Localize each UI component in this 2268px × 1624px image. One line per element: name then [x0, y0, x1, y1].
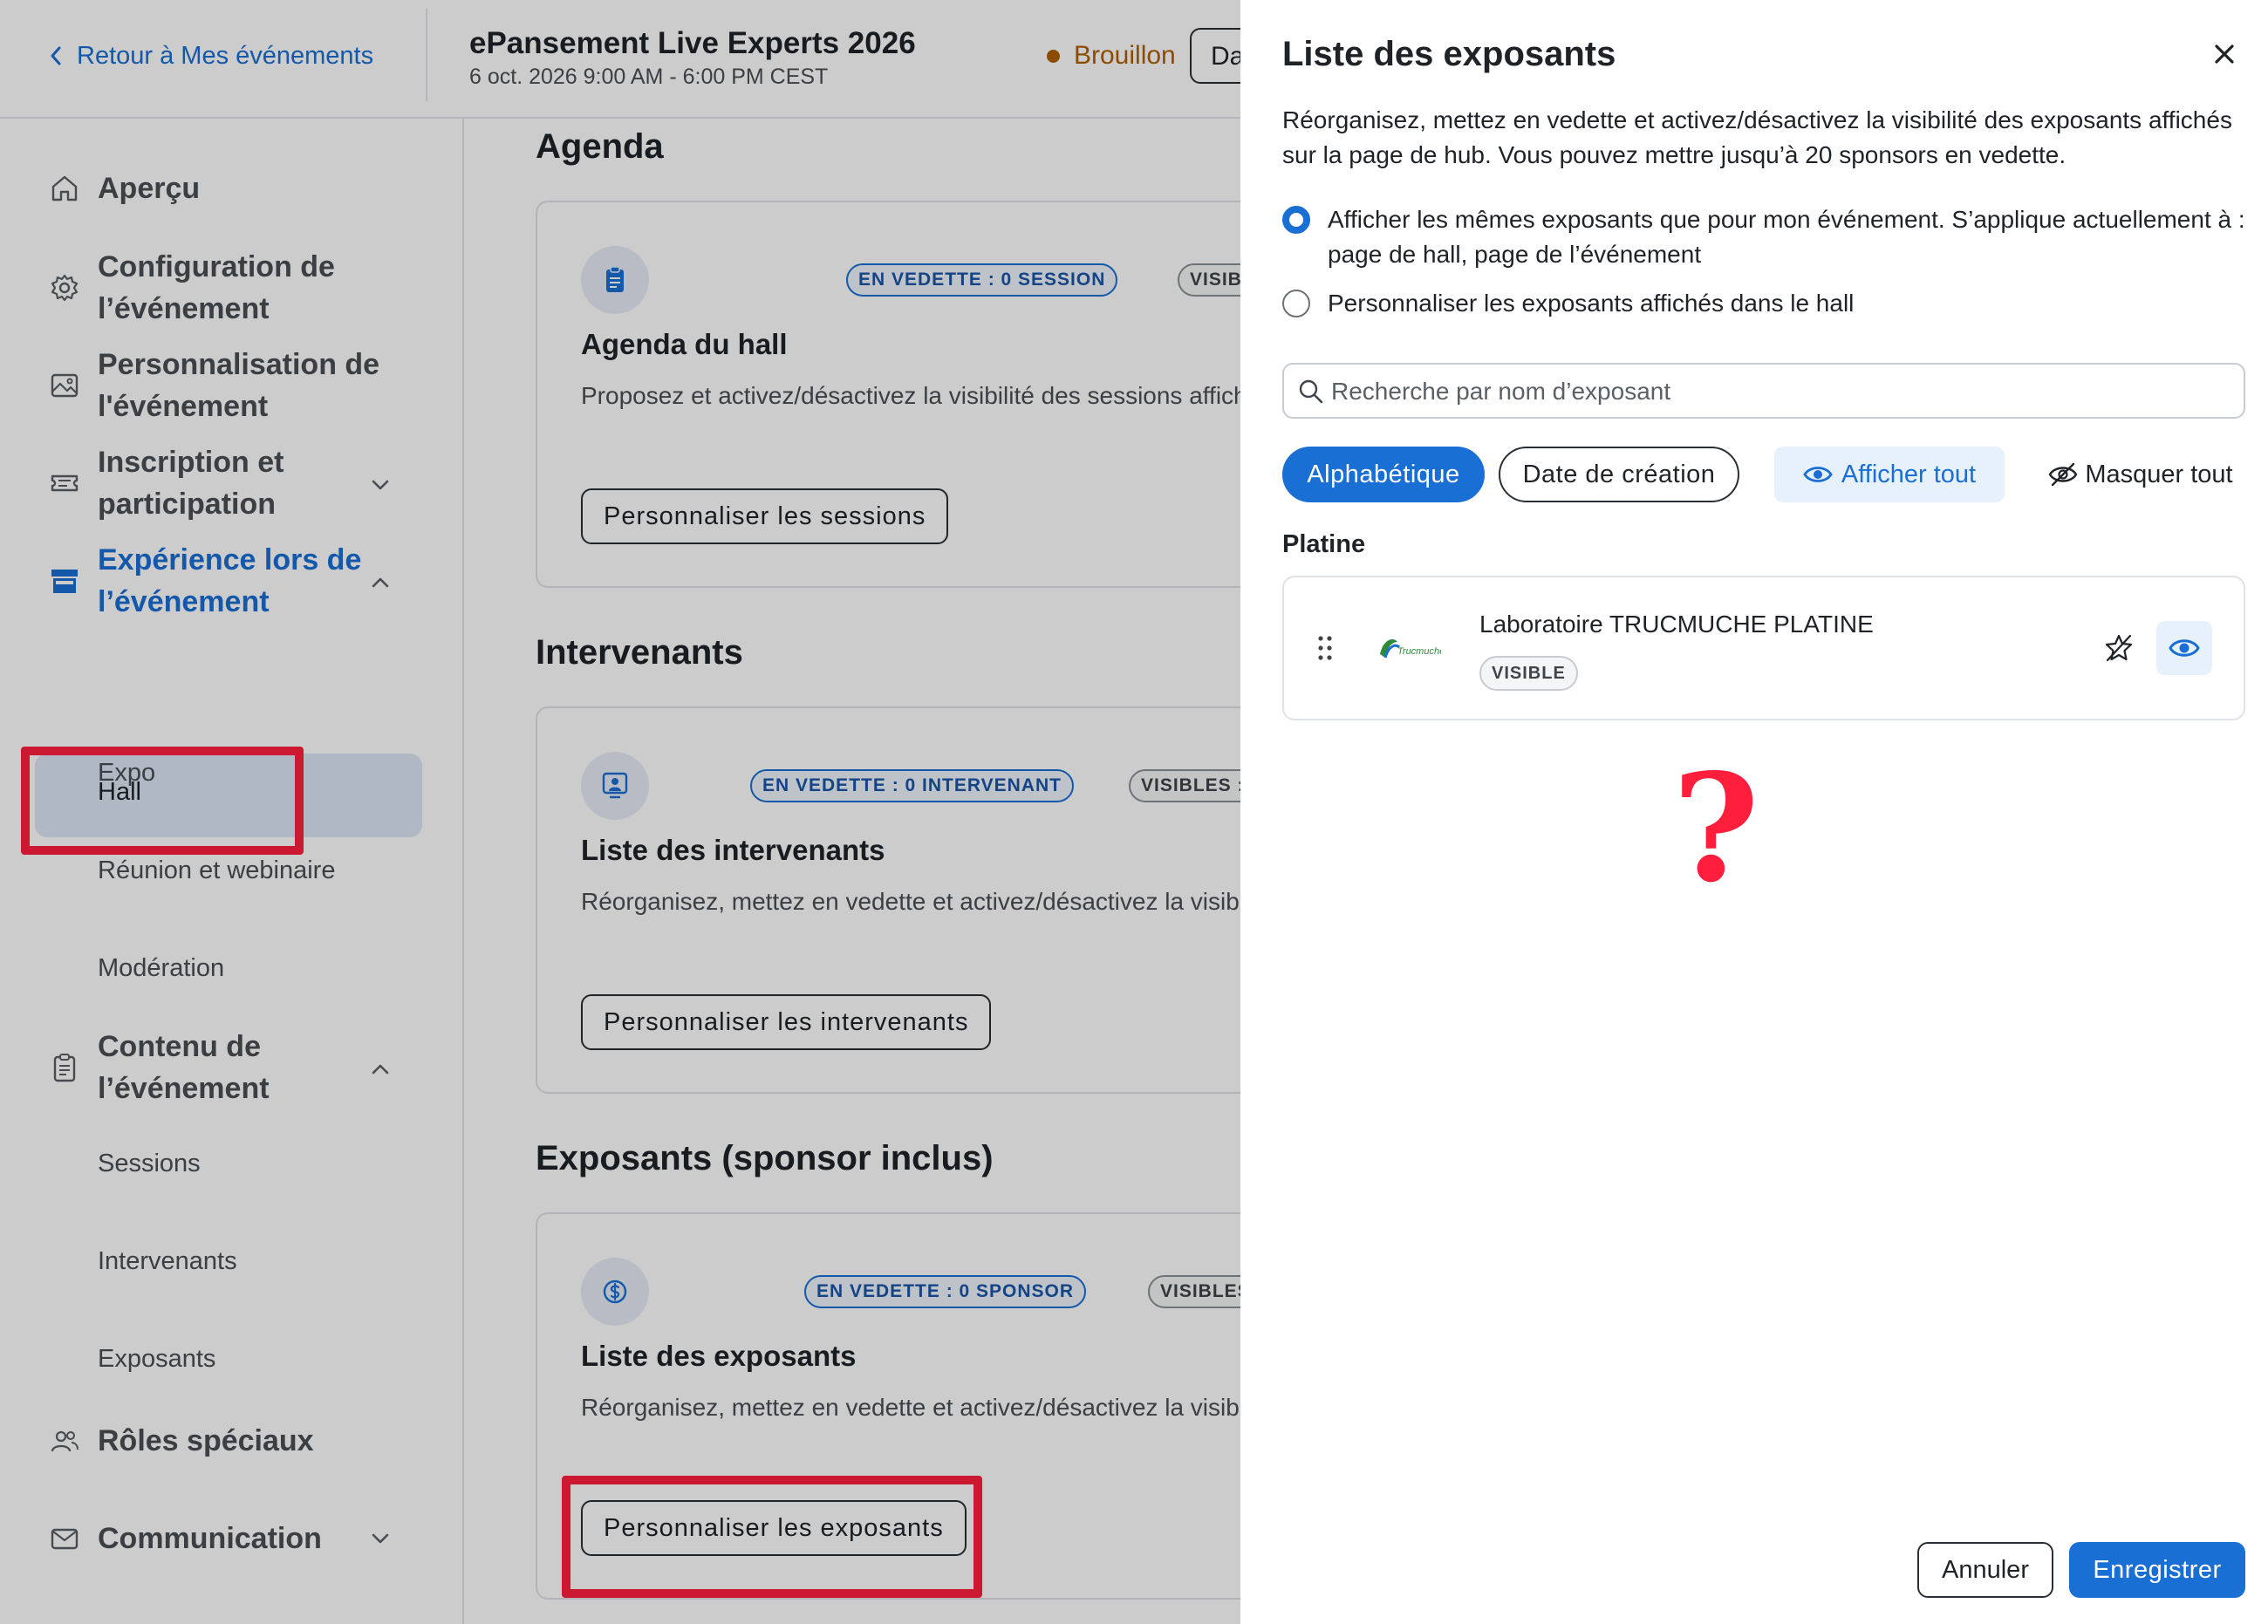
exhibitor-logo: Trucmuche: [1371, 619, 1441, 675]
visibility-toggle-button[interactable]: [2156, 621, 2212, 675]
show-all-label: Afficher tout: [1841, 460, 1977, 488]
eye-icon: [1803, 467, 1833, 482]
close-icon: [2215, 44, 2234, 64]
close-button[interactable]: [2209, 38, 2240, 70]
exhibitors-list-panel: Liste des exposants Réorganisez, mettez …: [1240, 0, 2268, 1624]
eye-off-icon: [2048, 462, 2078, 487]
logo-text: Trucmuche: [1397, 646, 1441, 657]
exhibitor-name: Laboratoire TRUCMUCHE PLATINE: [1479, 611, 1874, 638]
exhibitor-visibility-badge: VISIBLE: [1479, 656, 1578, 691]
annotation-question-mark: ?: [1672, 741, 1759, 916]
star-off-icon: [2105, 634, 2133, 662]
exhibitor-search: [1282, 363, 2245, 419]
hide-all-label: Masquer tout: [2085, 460, 2233, 488]
cancel-button[interactable]: Annuler: [1917, 1542, 2053, 1598]
sort-alphabetical-button[interactable]: Alphabétique: [1282, 447, 1485, 502]
search-input[interactable]: [1331, 372, 2230, 412]
drag-handle-icon[interactable]: [1317, 635, 1333, 661]
hide-all-button[interactable]: Masquer tout: [2036, 447, 2245, 502]
save-button[interactable]: Enregistrer: [2069, 1542, 2245, 1598]
search-icon: [1299, 379, 1323, 404]
radio-label: Afficher les mêmes exposants que pour mo…: [1328, 206, 2245, 268]
show-all-button[interactable]: Afficher tout: [1774, 447, 2005, 502]
sort-creation-date-button[interactable]: Date de création: [1499, 447, 1739, 502]
radio-button[interactable]: [1282, 290, 1310, 317]
modal-backdrop[interactable]: [0, 0, 1240, 1624]
panel-description: Réorganisez, mettez en vedette et active…: [1282, 106, 2232, 168]
radio-button-selected[interactable]: [1282, 206, 1310, 234]
feature-toggle-button[interactable]: [2097, 626, 2141, 670]
radio-option-same-exhibitors[interactable]: Afficher les mêmes exposants que pour mo…: [1282, 202, 2251, 272]
radio-label: Personnaliser les exposants affichés dan…: [1328, 290, 1855, 317]
panel-title: Liste des exposants: [1282, 35, 1616, 73]
radio-option-custom-exhibitors[interactable]: Personnaliser les exposants affichés dan…: [1282, 286, 2251, 321]
tier-heading: Platine: [1282, 530, 1366, 558]
exhibitor-row: Trucmuche Laboratoire TRUCMUCHE PLATINE …: [1282, 576, 2245, 720]
eye-icon: [2169, 639, 2200, 657]
